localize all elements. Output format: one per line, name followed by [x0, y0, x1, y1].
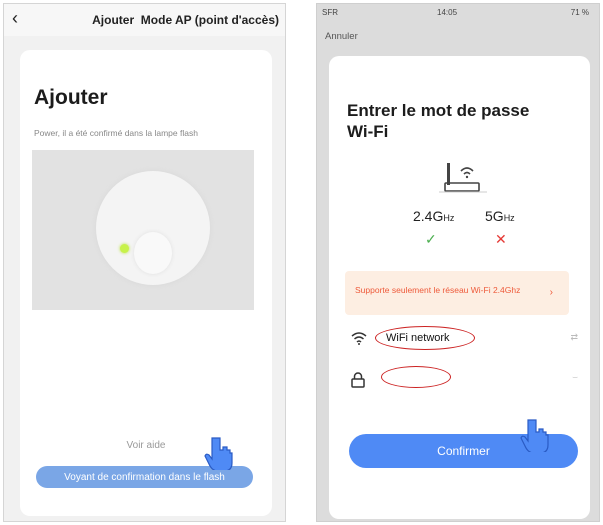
lamp-sub-disc	[134, 232, 172, 274]
title-line-1: Entrer le mot de passe	[347, 101, 530, 120]
cancel-button[interactable]: Annuler	[325, 31, 358, 42]
page-title: Entrer le mot de passe Wi-Fi	[347, 100, 529, 142]
checkmark-icon: ✓	[425, 231, 437, 247]
left-header-bar: ‹ Ajouter Mode AP (point d'accès)	[4, 4, 285, 36]
wifi-icon	[351, 332, 367, 345]
band-5ghz-label: 5GHz	[485, 208, 515, 224]
warning-text: Supporte seulement le réseau Wi-Fi 2.4Gh…	[355, 285, 521, 295]
title-line-2: Wi-Fi	[347, 122, 389, 141]
help-link[interactable]: Voir aide	[20, 440, 272, 451]
eye-icon[interactable]: ⌣	[572, 372, 578, 383]
hand-pointer-icon	[520, 419, 549, 452]
warning-banner: Supporte seulement le réseau Wi-Fi 2.4Gh…	[345, 271, 569, 315]
instruction-text: Power, il a été confirmé dans la lampe f…	[34, 128, 198, 138]
router-icon	[439, 163, 487, 193]
left-phone-screen: ‹ Ajouter Mode AP (point d'accès) Ajoute…	[3, 3, 286, 522]
status-time: 14:05	[437, 8, 458, 17]
wifi-network-input[interactable]: WiFi network	[375, 326, 475, 350]
page-title: Ajouter	[34, 86, 108, 109]
lock-icon	[351, 372, 365, 388]
cross-icon: ✕	[495, 231, 507, 247]
add-device-card: Ajouter Power, il a été confirmé dans la…	[20, 50, 272, 516]
status-bar: SFR 14:05 71 %	[317, 4, 599, 22]
chevron-right-icon[interactable]: ›	[550, 287, 553, 298]
hand-pointer-icon	[204, 437, 233, 470]
left-header-title: Ajouter Mode AP (point d'accès)	[92, 13, 279, 27]
status-battery: 71 %	[570, 8, 589, 17]
band-2-4ghz-label: 2.4GHz	[413, 208, 455, 224]
status-carrier: SFR	[322, 8, 338, 17]
password-input[interactable]	[381, 366, 451, 388]
lamp-led-indicator	[120, 244, 129, 253]
right-phone-screen: SFR 14:05 71 % Annuler Entrer le mot de …	[316, 3, 600, 522]
chevron-left-icon[interactable]: ‹	[12, 8, 18, 29]
switch-network-icon[interactable]: ⇄	[570, 332, 578, 343]
wifi-password-card: Entrer le mot de passe Wi-Fi 2.4GHz 5GHz…	[329, 56, 590, 519]
lamp-image-icon	[32, 150, 254, 310]
